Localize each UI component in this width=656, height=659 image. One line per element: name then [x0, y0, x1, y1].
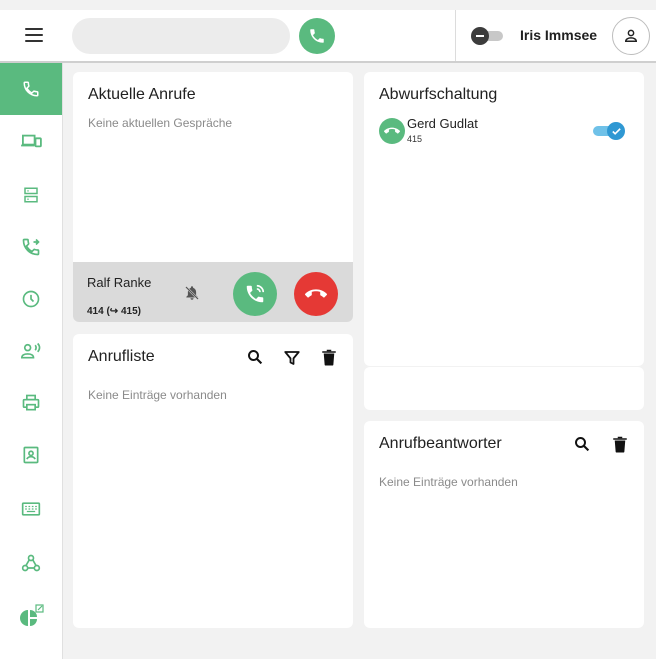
- trash-icon: [613, 436, 627, 453]
- caller-name: Ralf Ranke: [87, 275, 152, 290]
- sidebar-item-keypad[interactable]: [0, 483, 62, 535]
- sidebar-item-fax[interactable]: [0, 377, 62, 429]
- menu-icon[interactable]: [25, 28, 43, 42]
- check-icon: [607, 122, 625, 140]
- hangup-icon: [384, 127, 400, 134]
- voicemail-card: Anrufbeantworter Keine Einträge vorhande…: [364, 421, 644, 628]
- sidebar-item-presence[interactable]: [0, 325, 62, 377]
- phone-forward-icon: [22, 238, 40, 256]
- phone-icon: [310, 29, 324, 43]
- top-bar: Iris Immsee: [0, 10, 656, 63]
- divider: [455, 10, 456, 61]
- sidebar-item-contacts[interactable]: [0, 429, 62, 481]
- dnd-toggle[interactable]: [471, 27, 503, 45]
- printer-icon: [22, 394, 40, 411]
- sidebar-item-webhooks[interactable]: [0, 537, 62, 589]
- user-avatar-button[interactable]: [612, 17, 650, 55]
- accept-call-button[interactable]: [233, 272, 277, 316]
- forwarding-title: Abwurfschaltung: [379, 86, 498, 103]
- call-list-title: Anrufliste: [88, 348, 155, 365]
- mute-ringer-button[interactable]: [183, 284, 201, 302]
- pie-chart-external-icon: [20, 604, 44, 626]
- voicemail-title: Anrufbeantworter: [379, 435, 502, 452]
- decline-call-button[interactable]: [294, 272, 338, 316]
- search-icon: [248, 350, 263, 365]
- phone-icon: [23, 81, 39, 97]
- voicemail-delete-button[interactable]: [610, 435, 630, 455]
- voicemail-search-button[interactable]: [572, 434, 592, 454]
- active-calls-empty: Keine aktuellen Gespräche: [88, 116, 233, 130]
- phone-ringing-icon: [246, 284, 265, 303]
- sidebar: [0, 63, 63, 659]
- webhook-icon: [21, 554, 41, 572]
- active-calls-title: Aktuelle Anrufe: [88, 86, 196, 103]
- search-input[interactable]: [72, 18, 290, 54]
- call-list-delete-button[interactable]: [319, 348, 339, 368]
- keyboard-icon: [21, 502, 41, 516]
- minus-icon: [471, 27, 489, 45]
- sidebar-item-calls[interactable]: [0, 63, 62, 115]
- filter-icon: [284, 351, 300, 365]
- clock-icon: [22, 290, 40, 308]
- trash-icon: [322, 349, 336, 366]
- person-voice-icon: [20, 342, 41, 359]
- sidebar-item-statistics[interactable]: [0, 591, 62, 643]
- hangup-icon: [305, 289, 327, 298]
- forwarding-card: Abwurfschaltung: [364, 72, 644, 366]
- call-list-filter-button[interactable]: [282, 348, 302, 368]
- devices-icon: [21, 134, 42, 148]
- call-list-empty: Keine Einträge vorhanden: [88, 388, 227, 402]
- bell-off-icon: [185, 286, 199, 300]
- caller-number: 414 (↪ 415): [87, 306, 141, 317]
- user-name: Iris Immsee: [520, 27, 598, 43]
- contact-number: 415: [407, 134, 423, 144]
- person-icon: [624, 29, 638, 42]
- voicemail-empty: Keine Einträge vorhanden: [379, 475, 518, 489]
- forwarding-toggle[interactable]: [593, 122, 627, 140]
- call-button[interactable]: [299, 18, 335, 54]
- search-icon: [575, 437, 590, 452]
- contact-book-icon: [23, 446, 39, 464]
- incoming-call-row: Ralf Ranke 414 (↪ 415): [73, 262, 353, 322]
- sidebar-item-forwarding[interactable]: [0, 221, 62, 273]
- call-list-card: Anrufliste Keine Einträge vorhanden: [73, 334, 353, 628]
- contact-status-avatar: [379, 118, 405, 144]
- server-icon: [24, 187, 38, 203]
- sidebar-item-server[interactable]: [0, 169, 62, 221]
- contact-name: Gerd Gudlat: [407, 116, 478, 131]
- empty-card: [364, 367, 644, 410]
- call-list-search-button[interactable]: [245, 347, 265, 367]
- sidebar-item-history[interactable]: [0, 273, 62, 325]
- sidebar-item-devices[interactable]: [0, 115, 62, 167]
